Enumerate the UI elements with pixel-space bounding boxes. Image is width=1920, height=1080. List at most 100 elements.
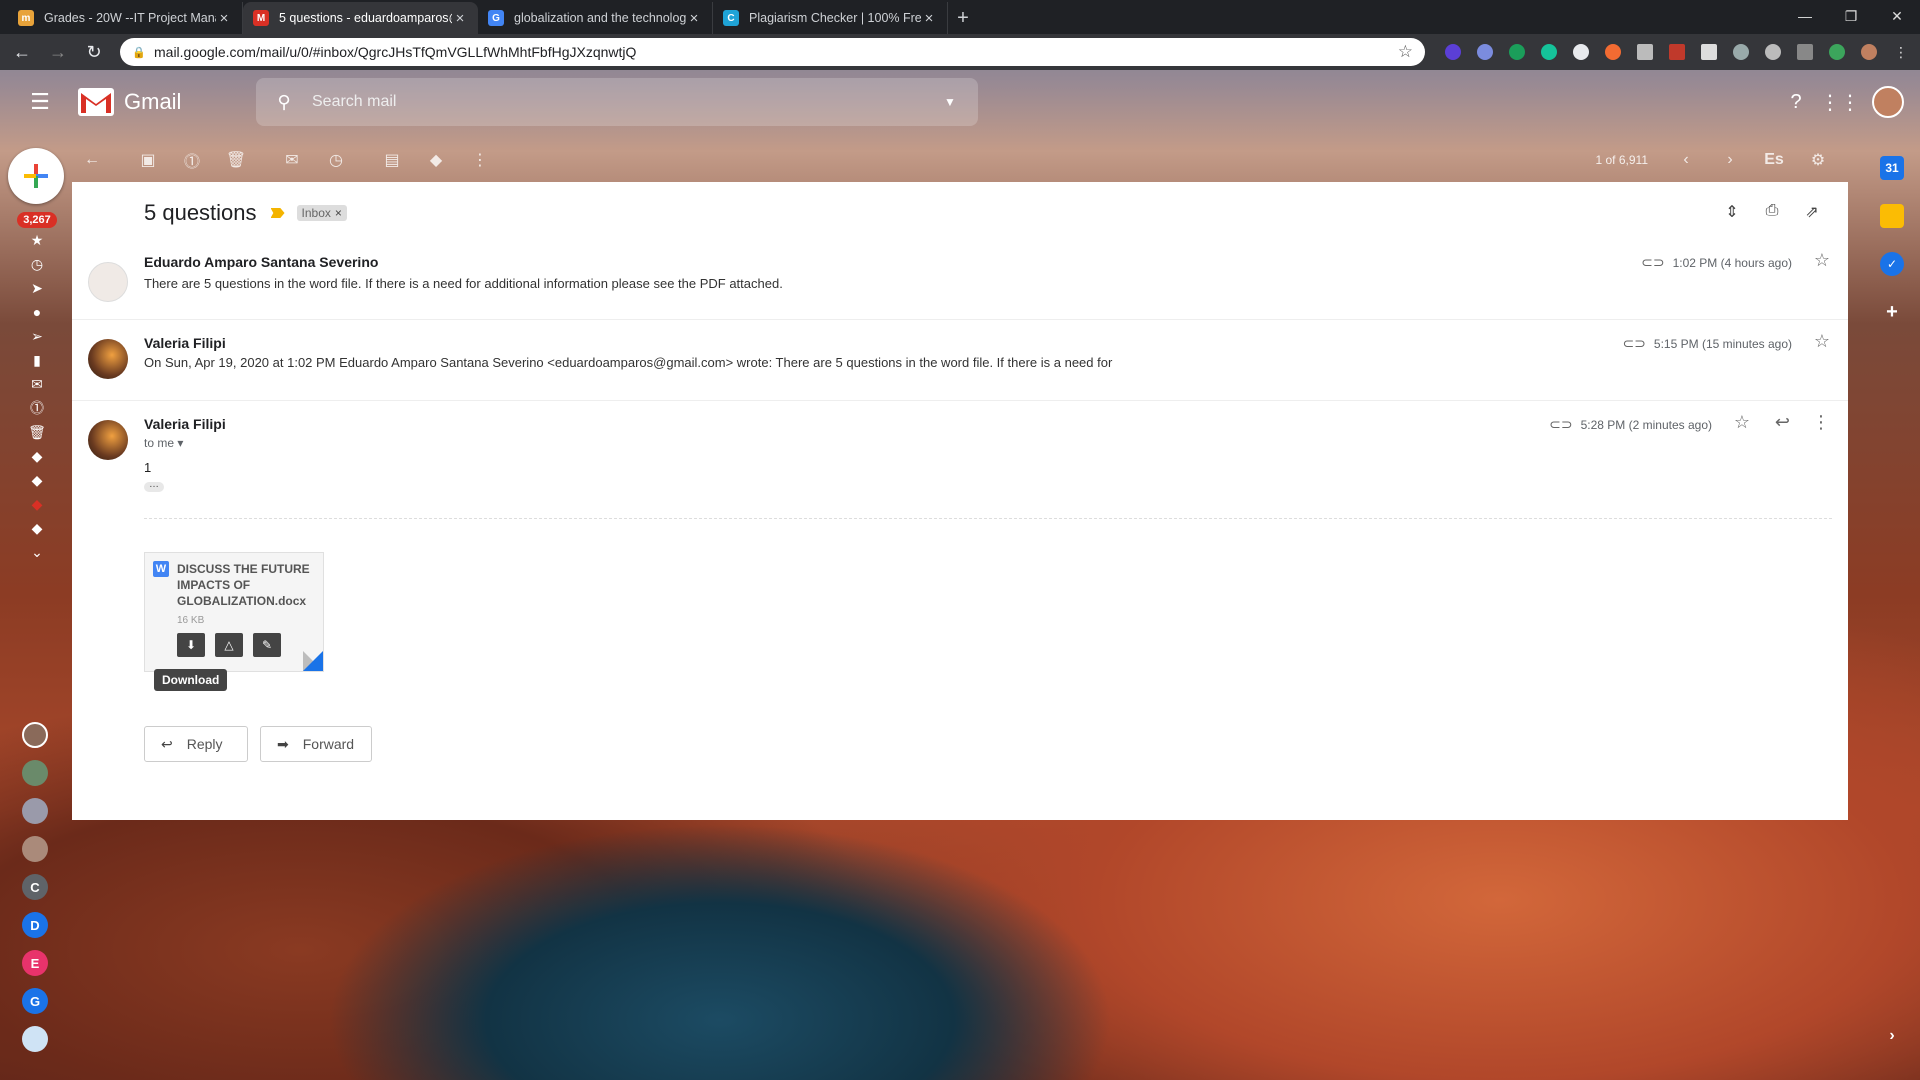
more-options-icon[interactable]: ⋮	[460, 140, 500, 180]
starred-icon[interactable]: ★	[18, 228, 56, 252]
close-tab-icon[interactable]: ×	[216, 10, 232, 27]
restore-icon[interactable]: ❐	[1828, 0, 1874, 32]
open-new-window-icon[interactable]: ⇗	[1792, 202, 1832, 222]
forward-button[interactable]: ➡ Forward	[260, 726, 372, 762]
close-tab-icon[interactable]: ×	[452, 10, 468, 27]
forward-arrow-icon[interactable]: →	[44, 38, 72, 66]
label-icon[interactable]: ◆	[18, 516, 56, 540]
compose-button[interactable]	[8, 148, 64, 204]
save-to-drive-icon[interactable]: △	[215, 633, 243, 657]
hangouts-avatar[interactable]	[22, 760, 48, 786]
star-icon[interactable]: ☆	[1814, 331, 1830, 352]
more-options-icon[interactable]: ⋮	[1812, 412, 1830, 433]
get-addons-plus-icon[interactable]: +	[1880, 300, 1904, 324]
sent-icon[interactable]: ➢	[18, 324, 56, 348]
tasks-icon[interactable]: ✓	[1880, 252, 1904, 276]
download-icon[interactable]: ⬇	[177, 633, 205, 657]
snooze-icon[interactable]: ◷	[316, 140, 356, 180]
newer-chevron-icon[interactable]: ‹	[1666, 140, 1706, 180]
minimize-icon[interactable]: —	[1782, 0, 1828, 32]
edit-pencil-icon[interactable]: ✎	[253, 633, 281, 657]
search-icon[interactable]: ⚲	[256, 92, 312, 113]
hangouts-avatar[interactable]	[22, 1026, 48, 1052]
keep-icon[interactable]	[1880, 204, 1904, 228]
browser-tab-grades[interactable]: m Grades - 20W --IT Project Manag ×	[8, 2, 243, 34]
browser-tab-plagiarism[interactable]: C Plagiarism Checker | 100% Free a ×	[713, 2, 948, 34]
extension-icon[interactable]	[1573, 44, 1589, 60]
reply-arrow-icon[interactable]: ↩	[1775, 412, 1790, 433]
extension-icon[interactable]	[1637, 44, 1653, 60]
all-mail-icon[interactable]: ✉	[18, 372, 56, 396]
search-options-icon[interactable]: ▼	[922, 95, 978, 109]
spam-icon[interactable]: ⓵	[18, 396, 56, 420]
extension-icon[interactable]	[1477, 44, 1493, 60]
expand-all-icon[interactable]: ⇕	[1712, 202, 1752, 222]
extension-icon[interactable]	[1669, 44, 1685, 60]
more-labels-chevron-icon[interactable]: ⌄	[18, 540, 56, 564]
label-icon[interactable]: ◆	[18, 444, 56, 468]
hangouts-avatar[interactable]	[22, 798, 48, 824]
snoozed-icon[interactable]: ◷	[18, 252, 56, 276]
hangouts-avatar[interactable]: C	[22, 874, 48, 900]
reload-icon[interactable]: ↻	[80, 38, 108, 66]
chrome-menu-icon[interactable]: ⋮	[1893, 44, 1909, 60]
back-arrow-icon[interactable]: ←	[8, 38, 36, 66]
star-icon[interactable]: ☆	[1734, 412, 1750, 433]
important-icon[interactable]: ➤	[18, 276, 56, 300]
report-spam-icon[interactable]: ⓵	[172, 140, 212, 180]
label-icon[interactable]: ◆	[18, 468, 56, 492]
browser-tab-google-search[interactable]: G globalization and the technology ×	[478, 2, 713, 34]
mark-unread-icon[interactable]: ✉	[272, 140, 312, 180]
main-menu-icon[interactable]: ☰	[16, 89, 64, 115]
profile-avatar[interactable]	[1861, 44, 1877, 60]
extension-icon[interactable]	[1701, 44, 1717, 60]
extension-icon[interactable]	[1765, 44, 1781, 60]
recipient-dropdown[interactable]: to me ▾	[144, 436, 183, 450]
extension-icon[interactable]	[1829, 44, 1845, 60]
gmail-logo[interactable]: Gmail	[78, 88, 181, 116]
search-bar[interactable]: ⚲ Search mail ▼	[256, 78, 978, 126]
input-tools-toggle[interactable]: Es	[1754, 140, 1794, 180]
back-to-inbox-icon[interactable]: ←	[72, 140, 112, 180]
chats-icon[interactable]: ●	[18, 300, 56, 324]
hangouts-avatar[interactable]	[22, 836, 48, 862]
remove-label-icon[interactable]: ×	[335, 206, 342, 220]
inbox-unread-badge[interactable]: 3,267	[17, 212, 57, 228]
extension-icon[interactable]	[1509, 44, 1525, 60]
grammarly-icon[interactable]	[1541, 44, 1557, 60]
extension-icon[interactable]	[1445, 44, 1461, 60]
importance-marker-icon[interactable]	[270, 208, 285, 218]
older-chevron-icon[interactable]: ›	[1710, 140, 1750, 180]
extension-icon[interactable]	[1605, 44, 1621, 60]
print-icon[interactable]: ⎙	[1752, 202, 1792, 222]
new-tab-icon[interactable]: +	[948, 2, 978, 34]
show-trimmed-content-button[interactable]: …	[144, 480, 164, 492]
hangouts-avatar[interactable]: E	[22, 950, 48, 976]
message-collapsed[interactable]: Valeria Filipi On Sun, Apr 19, 2020 at 1…	[72, 331, 1848, 403]
label-red-icon[interactable]: ◆	[18, 492, 56, 516]
help-icon[interactable]: ?	[1776, 82, 1816, 122]
message-collapsed[interactable]: Eduardo Amparo Santana Severino There ar…	[72, 250, 1848, 322]
search-input[interactable]: Search mail	[312, 93, 922, 111]
label-icon[interactable]: ◆	[416, 140, 456, 180]
calendar-icon[interactable]: 31	[1880, 156, 1904, 180]
close-window-icon[interactable]: ✕	[1874, 0, 1920, 32]
reply-button[interactable]: ↩ Reply	[144, 726, 248, 762]
trash-icon[interactable]: 🗑	[18, 420, 56, 444]
expand-panel-chevron-icon[interactable]: ›	[1880, 1024, 1904, 1048]
hangouts-avatar[interactable]: D	[22, 912, 48, 938]
settings-gear-icon[interactable]: ⚙	[1798, 140, 1838, 180]
archive-icon[interactable]: ▣	[128, 140, 168, 180]
extension-icon[interactable]	[1797, 44, 1813, 60]
drafts-icon[interactable]: ▮	[18, 348, 56, 372]
star-icon[interactable]: ☆	[1814, 250, 1830, 271]
hangouts-avatar[interactable]: G	[22, 988, 48, 1014]
browser-tab-gmail[interactable]: M 5 questions - eduardoamparos@ ×	[243, 2, 478, 34]
apps-grid-icon[interactable]: ⋮⋮	[1820, 82, 1860, 122]
attachment-card[interactable]: W DISCUSS THE FUTURE IMPACTS OF GLOBALIZ…	[144, 552, 324, 672]
bookmark-star-icon[interactable]: ☆	[1398, 42, 1413, 62]
delete-icon[interactable]: 🗑	[216, 140, 256, 180]
close-tab-icon[interactable]: ×	[921, 10, 937, 27]
move-to-icon[interactable]: ▤	[372, 140, 412, 180]
close-tab-icon[interactable]: ×	[686, 10, 702, 27]
